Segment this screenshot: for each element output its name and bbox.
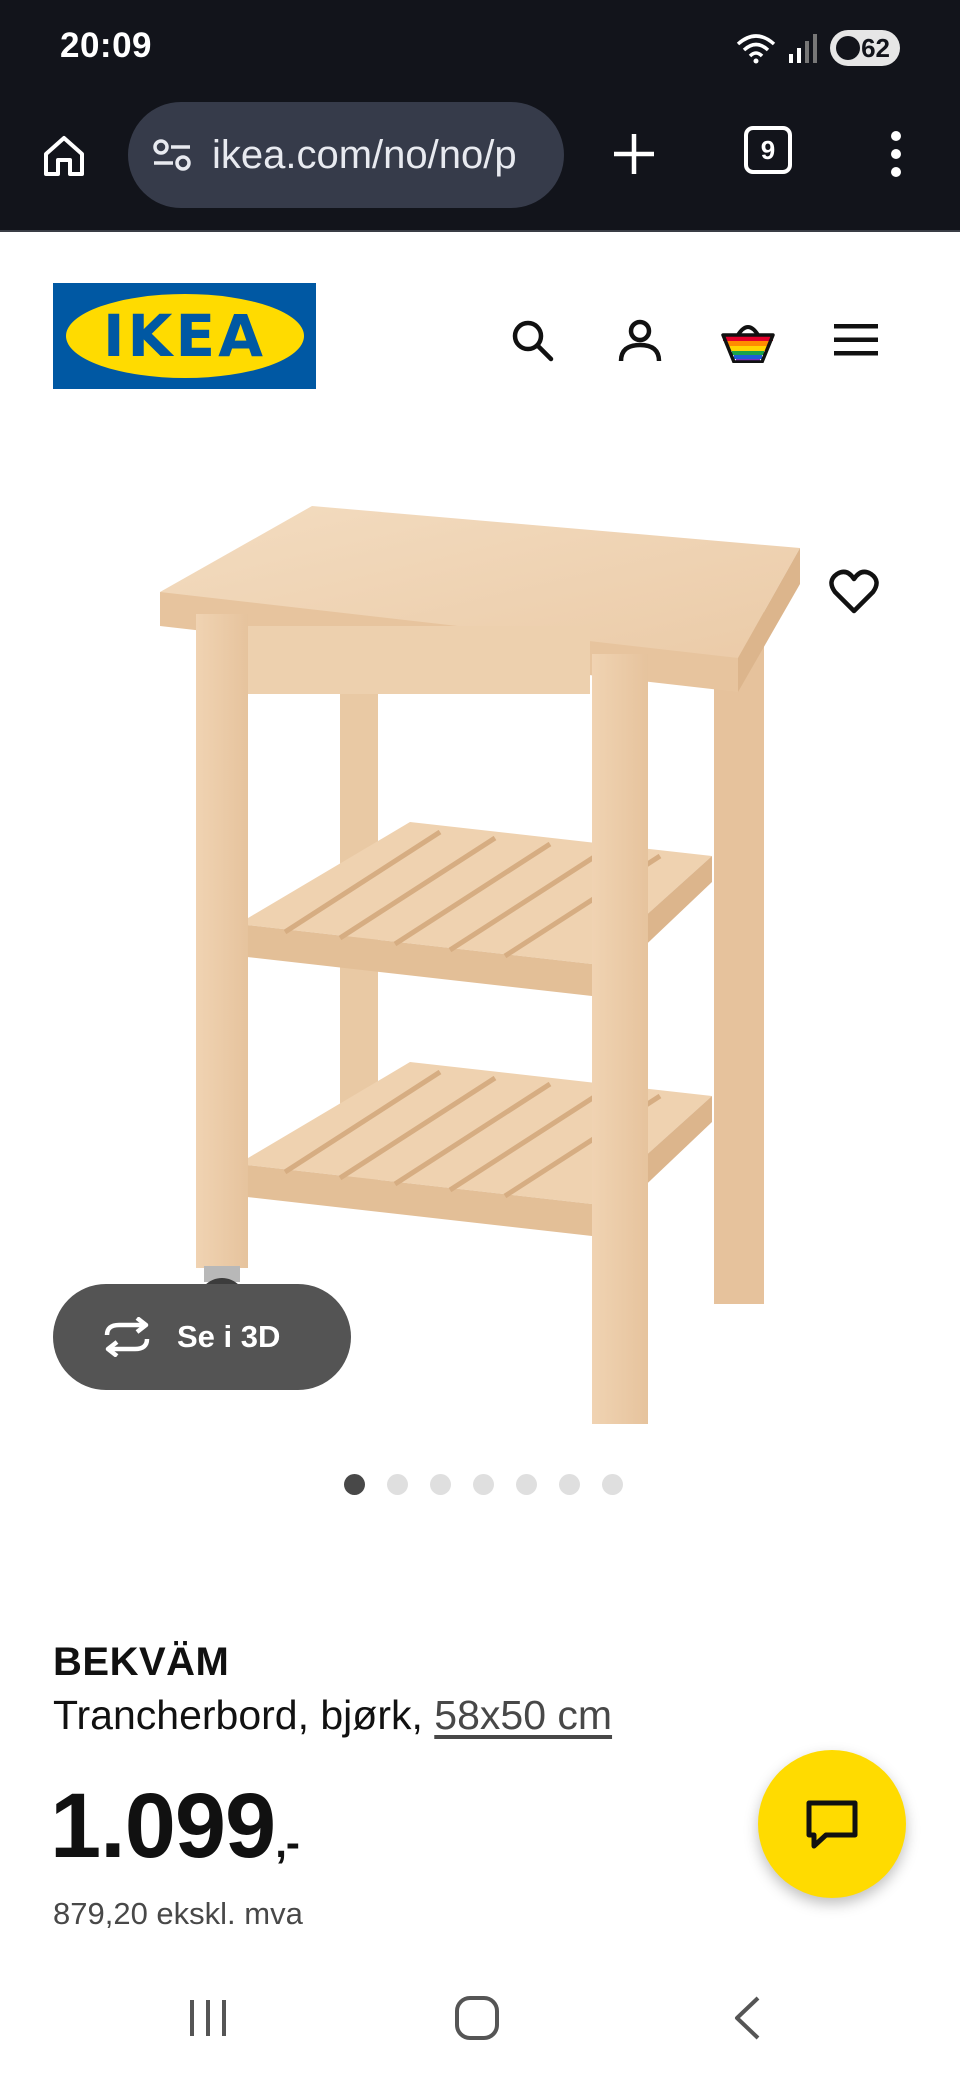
browser-toolbar: ikea.com/no/no/p 9 <box>0 96 960 232</box>
see-in-3d-label: Se i 3D <box>177 1319 281 1354</box>
product-price: 1.099,- <box>50 1780 300 1872</box>
site-settings-icon[interactable] <box>150 133 194 177</box>
plus-icon <box>614 134 654 174</box>
price-value: 1.099 <box>50 1775 276 1877</box>
status-bar: 20:09 62 <box>0 0 960 96</box>
tabs-button[interactable]: 9 <box>744 126 792 174</box>
ikea-logo[interactable]: IKEA <box>53 283 316 389</box>
carousel-dot[interactable] <box>601 1474 623 1495</box>
product-description: Trancherbord, bjørk, 58x50 cm <box>53 1692 612 1739</box>
wifi-icon <box>736 32 776 64</box>
home-square-icon <box>455 1996 499 2040</box>
chat-icon <box>806 1800 858 1849</box>
tab-count: 9 <box>760 134 776 165</box>
account-button[interactable] <box>612 312 668 368</box>
carousel-dot[interactable] <box>386 1474 408 1495</box>
signal-icon <box>788 32 818 64</box>
favourite-button[interactable] <box>826 564 882 620</box>
chat-button[interactable] <box>758 1750 906 1898</box>
new-tab-button[interactable] <box>606 126 662 182</box>
product-image-gallery[interactable]: Se i 3D <box>0 404 960 1444</box>
home-button[interactable] <box>36 128 92 184</box>
carousel-dot[interactable] <box>515 1474 537 1495</box>
carousel-dot[interactable] <box>429 1474 451 1495</box>
basket-button[interactable] <box>720 312 776 368</box>
back-button[interactable] <box>712 1988 782 2048</box>
rotate-3d-icon <box>104 1317 150 1357</box>
price-suffix: ,- <box>275 1819 300 1866</box>
search-icon <box>512 320 554 362</box>
logo-text: IKEA <box>102 302 267 370</box>
back-icon <box>735 1996 760 2040</box>
search-button[interactable] <box>504 312 560 368</box>
status-icons: 62 <box>736 28 900 68</box>
product-name: BEKVÄM <box>53 1640 230 1684</box>
heart-icon <box>829 569 879 614</box>
recent-apps-icon <box>190 2000 226 2036</box>
product-type: Trancherbord, bjørk, <box>53 1692 435 1738</box>
address-bar[interactable]: ikea.com/no/no/p <box>128 102 564 208</box>
home-nav-button[interactable] <box>442 1988 512 2048</box>
hamburger-menu-icon <box>834 324 878 356</box>
url-text: ikea.com/no/no/p <box>212 132 517 177</box>
carousel-dots <box>0 1474 960 1495</box>
browser-menu-button[interactable] <box>876 126 916 182</box>
recent-apps-button[interactable] <box>173 1988 243 2048</box>
logo-oval: IKEA <box>65 294 304 378</box>
carousel-dot[interactable] <box>343 1474 365 1495</box>
more-vertical-icon <box>891 131 901 177</box>
size-link[interactable]: 58x50 cm <box>434 1692 612 1738</box>
user-icon <box>618 319 662 362</box>
site-header: IKEA <box>0 234 960 404</box>
battery-level: 62 <box>861 32 890 63</box>
header-actions <box>504 312 884 368</box>
system-navigation-bar <box>0 1960 960 2080</box>
leaf-icon <box>836 36 860 60</box>
price-excl-vat: 879,20 ekskl. mva <box>53 1896 303 1931</box>
see-in-3d-button[interactable]: Se i 3D <box>53 1284 351 1390</box>
basket-icon <box>721 325 775 363</box>
carousel-dot[interactable] <box>472 1474 494 1495</box>
carousel-dot[interactable] <box>558 1474 580 1495</box>
home-icon <box>44 136 84 176</box>
status-time: 20:09 <box>60 26 153 65</box>
main-menu-button[interactable] <box>828 312 884 368</box>
battery-icon: 62 <box>830 30 900 66</box>
